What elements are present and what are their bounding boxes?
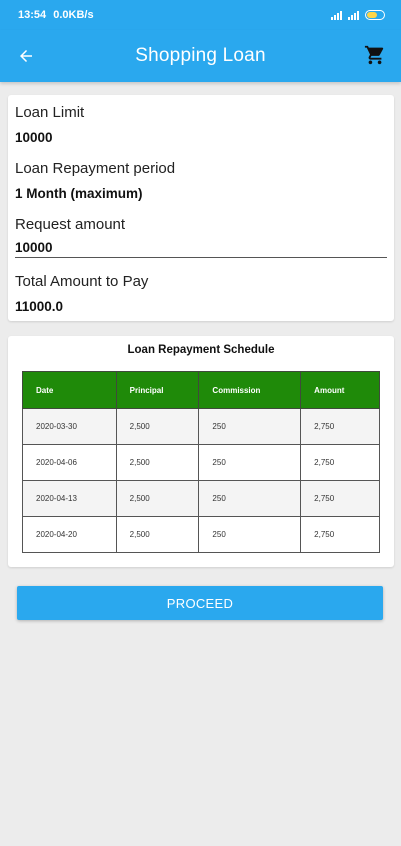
header-amount: Amount bbox=[300, 371, 380, 409]
signal-icon bbox=[331, 10, 342, 20]
signal-secondary-icon bbox=[348, 10, 359, 20]
shopping-cart-icon bbox=[364, 45, 384, 65]
header-principal: Principal bbox=[115, 371, 200, 409]
schedule-table: Date Principal Commission Amount 2020-03… bbox=[22, 371, 380, 553]
cell-commission: 250 bbox=[198, 444, 302, 481]
cell-date: 2020-03-30 bbox=[22, 408, 117, 445]
cell-date: 2020-04-20 bbox=[22, 516, 117, 553]
cell-amount: 2,750 bbox=[300, 516, 380, 553]
status-icons bbox=[331, 10, 385, 20]
cell-principal: 2,500 bbox=[115, 408, 200, 445]
cell-principal: 2,500 bbox=[115, 516, 200, 553]
repayment-period-value: 1 Month (maximum) bbox=[15, 186, 143, 201]
cell-principal: 2,500 bbox=[115, 444, 200, 481]
header-date: Date bbox=[22, 371, 117, 409]
table-row: 2020-04-06 2,500 250 2,750 bbox=[22, 444, 380, 481]
cell-date: 2020-04-13 bbox=[22, 480, 117, 517]
status-bar: 13:54 0.0KB/s bbox=[0, 0, 401, 30]
cell-date: 2020-04-06 bbox=[22, 444, 117, 481]
cell-amount: 2,750 bbox=[300, 480, 380, 517]
table-row: 2020-04-13 2,500 250 2,750 bbox=[22, 480, 380, 517]
loan-limit-label: Loan Limit bbox=[15, 104, 85, 121]
proceed-button[interactable]: PROCEED bbox=[17, 586, 383, 620]
cell-commission: 250 bbox=[198, 408, 302, 445]
total-amount-label: Total Amount to Pay bbox=[15, 273, 149, 290]
arrow-left-icon bbox=[20, 50, 32, 62]
header-commission: Commission bbox=[198, 371, 302, 409]
status-time: 13:54 bbox=[18, 9, 47, 21]
loan-form-card: Loan Limit 10000 Loan Repayment period 1… bbox=[8, 95, 394, 321]
table-row: 2020-04-20 2,500 250 2,750 bbox=[22, 516, 380, 553]
network-speed: 0.0KB/s bbox=[53, 9, 94, 21]
cell-commission: 250 bbox=[198, 480, 302, 517]
loan-limit-value: 10000 bbox=[15, 130, 53, 145]
cell-principal: 2,500 bbox=[115, 480, 200, 517]
total-amount-value: 11000.0 bbox=[15, 299, 64, 314]
cart-button[interactable] bbox=[363, 43, 387, 67]
back-button[interactable] bbox=[14, 44, 38, 68]
repayment-schedule-card: Loan Repayment Schedule Date Principal C… bbox=[8, 336, 394, 567]
status-left: 13:54 0.0KB/s bbox=[18, 9, 94, 21]
battery-icon bbox=[365, 10, 385, 20]
page-title: Shopping Loan bbox=[135, 45, 266, 66]
table-row: 2020-03-30 2,500 250 2,750 bbox=[22, 408, 380, 445]
cell-amount: 2,750 bbox=[300, 408, 380, 445]
app-bar: Shopping Loan bbox=[0, 30, 401, 82]
schedule-title: Loan Repayment Schedule bbox=[127, 344, 275, 356]
schedule-header-row: Date Principal Commission Amount bbox=[22, 371, 380, 409]
request-amount-input[interactable] bbox=[15, 238, 387, 258]
cell-commission: 250 bbox=[198, 516, 302, 553]
cell-amount: 2,750 bbox=[300, 444, 380, 481]
request-amount-label: Request amount bbox=[15, 216, 126, 233]
repayment-period-label: Loan Repayment period bbox=[15, 160, 176, 177]
